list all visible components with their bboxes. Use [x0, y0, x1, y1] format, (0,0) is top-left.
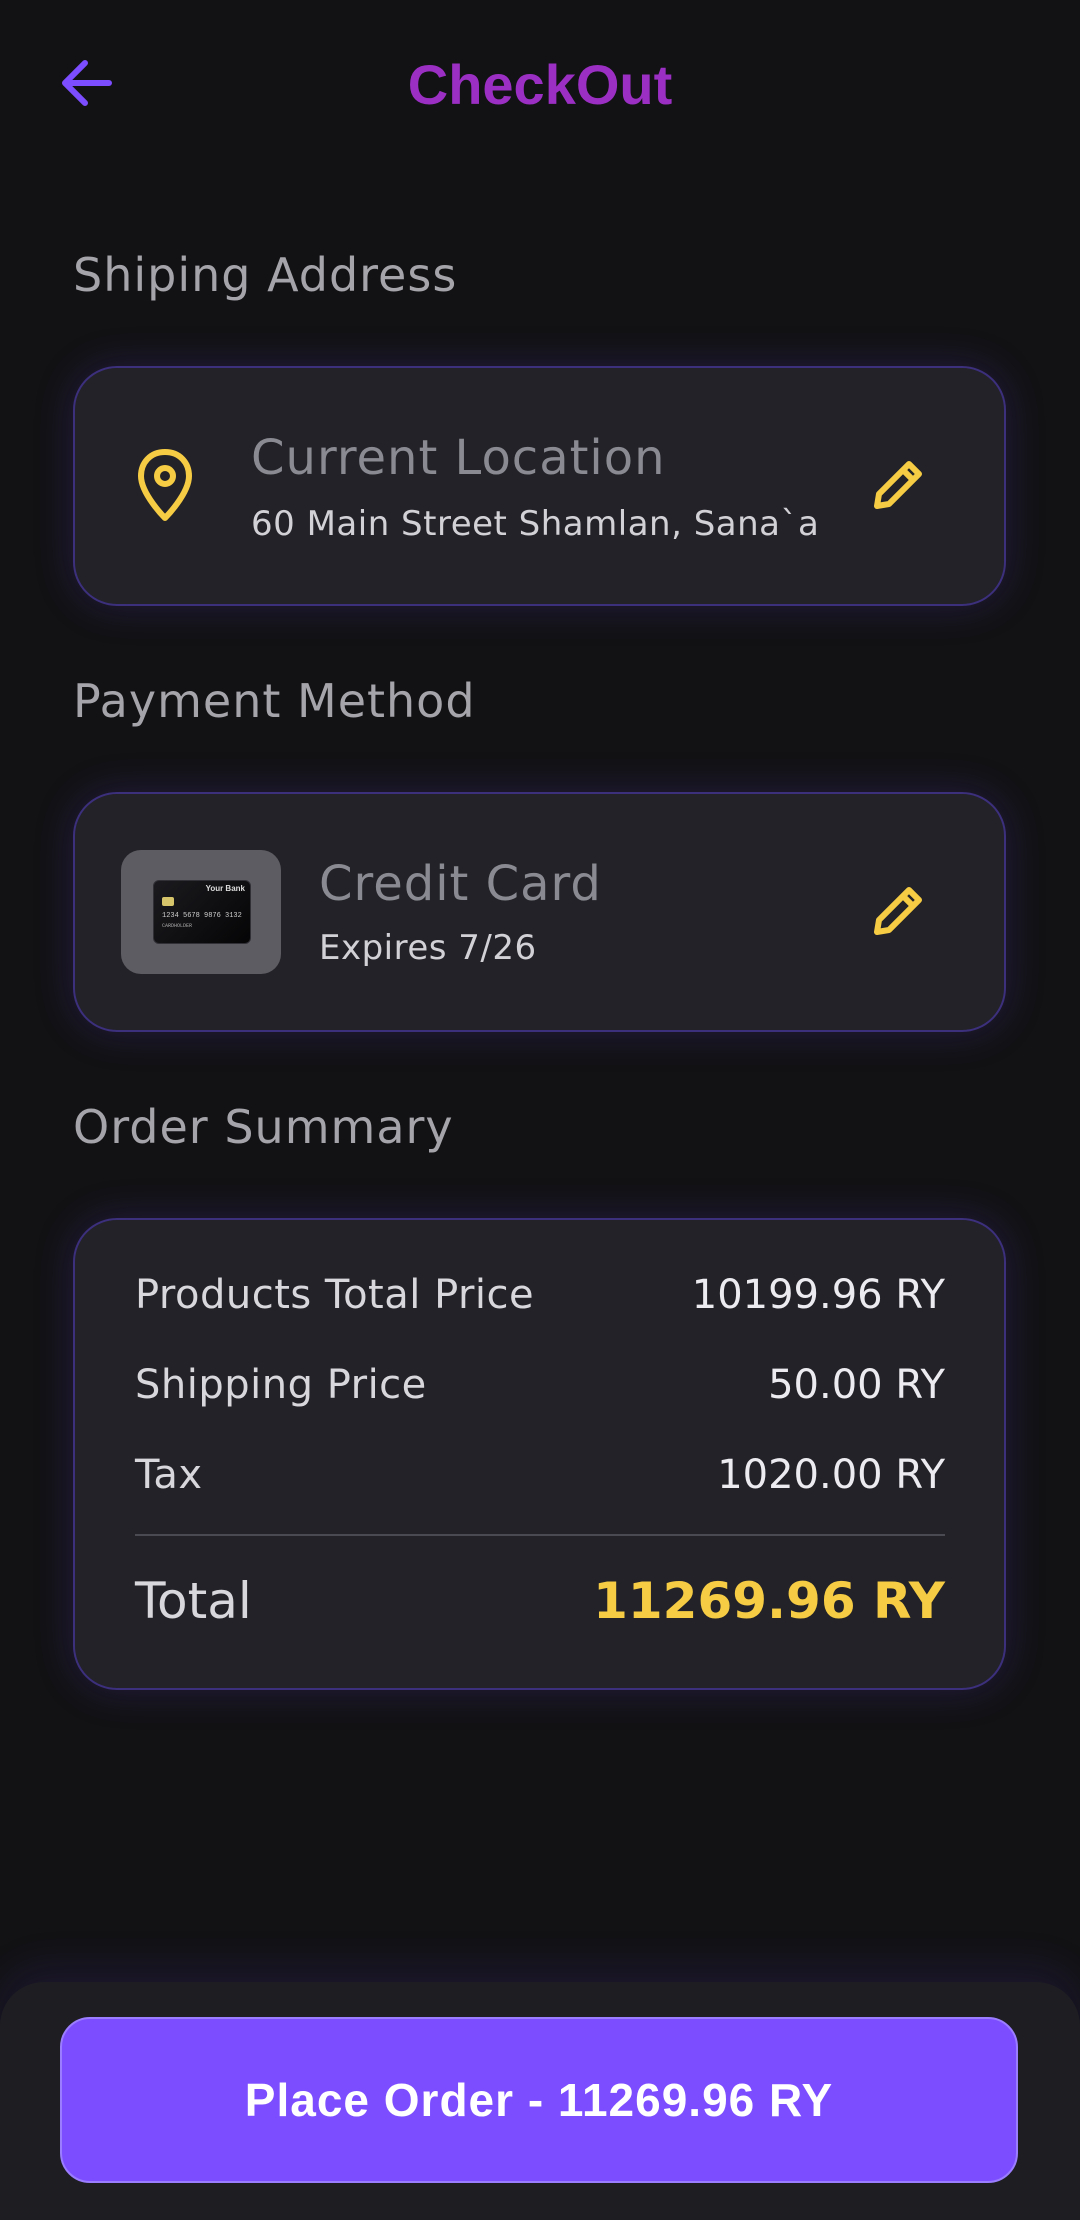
place-order-button[interactable]: Place Order - 11269.96 RY: [60, 2017, 1018, 2183]
card-number: 1234 5678 9876 3132: [162, 912, 242, 920]
summary-divider: [135, 1534, 945, 1536]
card-holder: CARDHOLDER: [162, 923, 193, 929]
payment-section-title: Payment Method: [73, 674, 476, 728]
total-value: 11269.96 RY: [593, 1572, 945, 1630]
bottom-action-bar: Place Order - 11269.96 RY: [0, 1982, 1080, 2220]
summary-total-row: Total 11269.96 RY: [135, 1572, 945, 1630]
credit-card-image: Your Bank 1234 5678 9876 3132 CARDHOLDER: [153, 880, 251, 944]
card-bank-name: Your Bank: [205, 884, 245, 893]
shipping-address-text: 60 Main Street Shamlan, Sana`a: [251, 504, 820, 544]
summary-row-value: 50.00 RY: [768, 1362, 945, 1408]
summary-row-label: Products Total Price: [135, 1272, 535, 1318]
total-label: Total: [135, 1572, 252, 1630]
shipping-address-card[interactable]: Current Location 60 Main Street Shamlan,…: [73, 366, 1006, 606]
app-header: CheckOut: [0, 0, 1080, 170]
summary-row: Products Total Price 10199.96 RY: [135, 1272, 945, 1318]
summary-row-label: Tax: [135, 1452, 203, 1498]
edit-payment-button[interactable]: [859, 872, 939, 952]
page-title: CheckOut: [407, 53, 673, 116]
summary-section-title: Order Summary: [73, 1100, 454, 1154]
shipping-section-title: Shiping Address: [73, 248, 458, 302]
edit-address-button[interactable]: [859, 446, 939, 526]
location-pin-icon: [135, 448, 195, 524]
payment-method-card[interactable]: Your Bank 1234 5678 9876 3132 CARDHOLDER…: [73, 792, 1006, 1032]
card-chip: [162, 897, 174, 906]
payment-method-title: Credit Card: [319, 856, 602, 912]
summary-row-label: Shipping Price: [135, 1362, 427, 1408]
summary-row: Shipping Price 50.00 RY: [135, 1362, 945, 1408]
credit-card-thumbnail: Your Bank 1234 5678 9876 3132 CARDHOLDER: [121, 850, 281, 974]
summary-row-value: 1020.00 RY: [717, 1452, 945, 1498]
pencil-icon: [869, 454, 929, 518]
summary-row: Tax 1020.00 RY: [135, 1452, 945, 1498]
pencil-icon: [869, 880, 929, 944]
shipping-location-title: Current Location: [251, 430, 666, 486]
order-summary-card: Products Total Price 10199.96 RY Shippin…: [73, 1218, 1006, 1690]
payment-expiry: Expires 7/26: [319, 928, 537, 968]
summary-row-value: 10199.96 RY: [691, 1272, 945, 1318]
